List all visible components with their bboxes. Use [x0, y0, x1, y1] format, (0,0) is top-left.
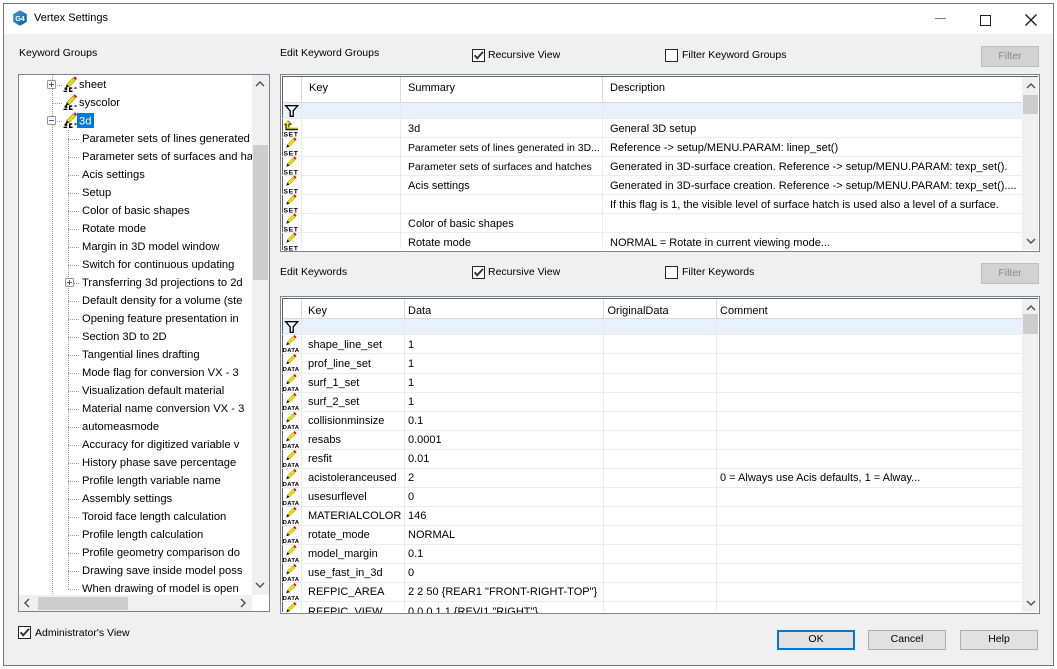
- svg-text:G4: G4: [15, 14, 25, 23]
